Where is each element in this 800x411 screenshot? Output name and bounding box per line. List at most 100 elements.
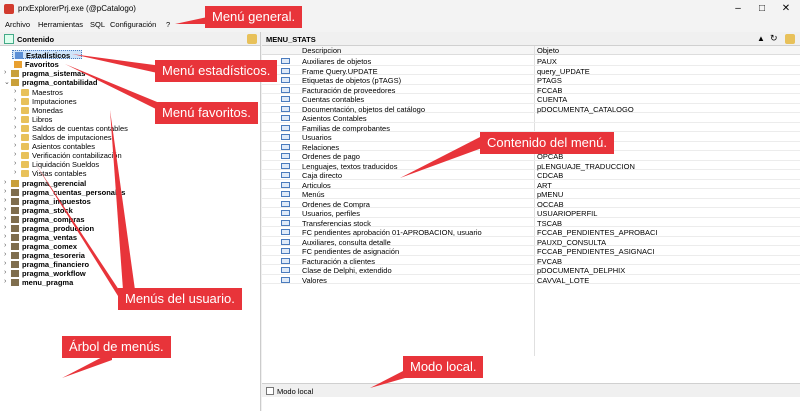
chevron-right-icon[interactable]: › (4, 260, 6, 267)
module-icon (11, 207, 19, 214)
tree-panel-title: Contenido (17, 35, 55, 44)
cell-objeto: CAVVAL_LOTE (537, 275, 590, 285)
chevron-right-icon[interactable]: › (4, 188, 6, 195)
module-icon (11, 252, 19, 259)
form-icon (281, 267, 290, 273)
table-row[interactable]: Transferencias stock TSCAB (262, 218, 800, 228)
form-icon (281, 124, 290, 131)
chevron-right-icon[interactable]: › (14, 133, 16, 140)
table-row[interactable]: Auxiliares de objetos PAUX (262, 56, 800, 66)
minimize-icon[interactable]: – (726, 1, 750, 17)
table-row[interactable]: Familias de comprobantes (262, 123, 800, 133)
form-icon (281, 210, 290, 216)
form-icon (281, 276, 290, 283)
folder-open-icon[interactable] (247, 34, 257, 44)
col-descripcion[interactable]: Descripcion (302, 46, 341, 55)
form-icon (281, 143, 290, 150)
table-row[interactable]: Lenguajes, textos traducidos pLENGUAJE_TR… (262, 161, 800, 171)
folder-open-icon[interactable] (785, 34, 795, 44)
folder-icon (21, 170, 29, 177)
form-icon (281, 58, 290, 64)
menu-herramientas[interactable]: Herramientas (38, 20, 83, 29)
tree-item-estadisticos[interactable]: Estadísticos (12, 50, 82, 60)
table-row[interactable]: Frame Query.UPDATE query_UPDATE (262, 66, 800, 76)
folder-icon (21, 143, 29, 150)
chevron-right-icon[interactable]: › (14, 97, 16, 104)
close-icon[interactable]: ✕ (774, 1, 798, 17)
form-icon (281, 134, 290, 140)
chevron-down-icon[interactable]: ⌄ (4, 78, 10, 86)
chevron-right-icon[interactable]: › (4, 251, 6, 258)
stats-icon (15, 52, 23, 59)
table-row[interactable]: Facturación de proveedores FCCAB (262, 85, 800, 95)
col-objeto[interactable]: Objeto (537, 46, 559, 55)
module-icon (11, 198, 19, 205)
menu-help[interactable]: ? (166, 20, 170, 29)
form-icon (281, 200, 290, 207)
chevron-right-icon[interactable]: › (14, 88, 16, 95)
chevron-right-icon[interactable]: › (4, 278, 6, 285)
folder-icon (21, 89, 29, 96)
star-icon (14, 61, 22, 68)
chevron-right-icon[interactable]: › (14, 115, 16, 122)
chevron-right-icon[interactable]: › (14, 142, 16, 149)
callout-modo-local: Modo local. (403, 356, 484, 378)
grid-header: Descripcion Objeto (262, 46, 800, 55)
table-row[interactable]: Documentación, objetos del catálogo pDOCU… (262, 104, 800, 114)
content-panel-title: MENU_STATS (266, 35, 316, 44)
table-row[interactable]: FC pendientes aprobación 01-APROBACION, … (262, 227, 800, 237)
module-icon (11, 234, 19, 241)
chevron-right-icon[interactable]: › (4, 233, 6, 240)
window-title: prxExplorerPrj.exe (@pCatalogo) (18, 4, 136, 13)
content-panel: MENU_STATS ▲ ↻ Descripcion Objeto Auxili… (262, 32, 800, 411)
chevron-right-icon[interactable]: › (4, 242, 6, 249)
chevron-right-icon[interactable]: › (4, 215, 6, 222)
form-icon (281, 86, 290, 93)
table-row[interactable]: Ordenes de Compra OCCAB (262, 199, 800, 209)
chevron-right-icon[interactable]: › (14, 106, 16, 113)
table-row[interactable]: Asientos Contables (262, 113, 800, 123)
callout-menu-general: Menú general. (205, 6, 303, 28)
menu-archivo[interactable]: Archivo (5, 20, 30, 29)
table-row[interactable]: Etiquetas de objetos (pTAGS) PTAGS (262, 75, 800, 85)
chevron-right-icon[interactable]: › (4, 206, 6, 213)
chevron-right-icon[interactable]: › (14, 151, 16, 158)
table-row[interactable]: FC pendientes de asignación FCCAB_PENDIEN… (262, 246, 800, 256)
table-row[interactable]: Menús pMENU (262, 189, 800, 199)
menu-sql[interactable]: SQL (90, 20, 105, 29)
folder-icon (21, 107, 29, 114)
chevron-right-icon[interactable]: › (4, 197, 6, 204)
chevron-right-icon[interactable]: › (14, 124, 16, 131)
chevron-right-icon[interactable]: › (14, 169, 16, 176)
local-mode-label: Modo local (277, 387, 314, 396)
refresh-icon[interactable]: ↻ (770, 33, 778, 44)
table-row[interactable]: Caja directo CDCAB (262, 170, 800, 180)
chevron-right-icon[interactable]: › (4, 179, 6, 186)
form-icon (281, 105, 290, 112)
maximize-icon[interactable]: □ (750, 1, 774, 17)
triangle-up-icon[interactable]: ▲ (757, 34, 765, 43)
chevron-right-icon[interactable]: › (4, 269, 6, 276)
table-row[interactable]: Auxiliares, consulta detalle PAUXD_CONSUL… (262, 237, 800, 247)
table-row[interactable]: Facturación a clientes FVCAB (262, 256, 800, 266)
content-panel-header: MENU_STATS ▲ ↻ (262, 32, 800, 46)
menu-bar: Archivo Herramientas SQL Configuración ? (0, 18, 800, 32)
table-row[interactable]: Clase de Delphi, extendido pDOCUMENTA_DEL… (262, 265, 800, 275)
module-icon (11, 216, 19, 223)
table-row[interactable]: Articulos ART (262, 180, 800, 190)
chevron-right-icon[interactable]: › (14, 160, 16, 167)
menu-configuracion[interactable]: Configuración (110, 20, 156, 29)
chevron-right-icon[interactable]: › (4, 69, 6, 76)
chevron-right-icon[interactable]: › (4, 224, 6, 231)
table-row[interactable]: Valores CAVVAL_LOTE (262, 275, 800, 285)
table-row[interactable]: Cuentas contables CUENTA (262, 94, 800, 104)
callout-contenido-menu: Contenido del menú. (480, 132, 614, 154)
status-footer: Modo local (262, 383, 800, 397)
folder-icon (21, 152, 29, 159)
module-icon (11, 270, 19, 277)
folder-icon (21, 161, 29, 168)
local-mode-checkbox[interactable] (266, 387, 274, 395)
tree-panel-header: Contenido (0, 32, 260, 46)
table-row[interactable]: Usuarios, perfiles USUARIOPERFIL (262, 208, 800, 218)
folder-icon (21, 125, 29, 132)
